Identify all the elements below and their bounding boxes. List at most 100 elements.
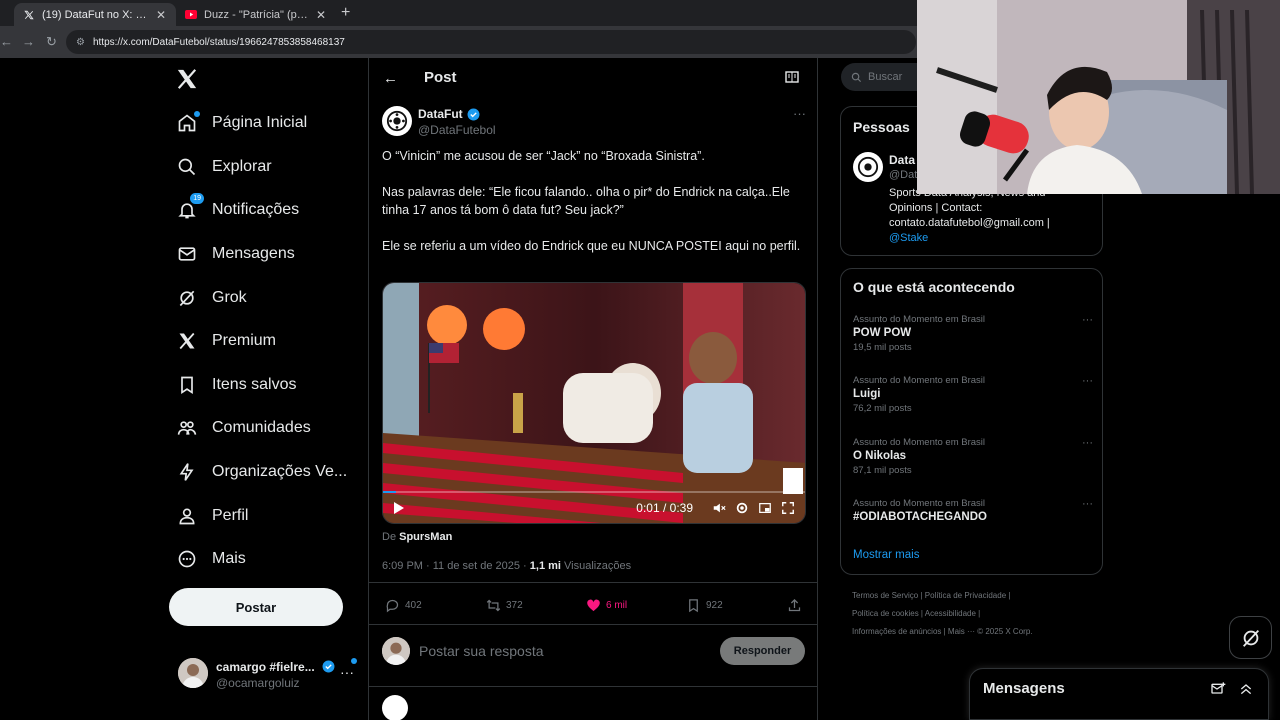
reply-input[interactable]: Postar sua resposta xyxy=(419,643,544,659)
avatar xyxy=(178,658,208,688)
more-options-icon[interactable]: ··· xyxy=(793,106,806,121)
more-options-icon[interactable]: ··· xyxy=(1082,498,1093,510)
verified-badge-icon xyxy=(322,660,335,673)
nav-label: Mais xyxy=(212,550,246,567)
browser-tab-active[interactable]: (19) DataFut no X: "O "Vinicin" ✕ xyxy=(14,3,176,26)
nav-item-messages[interactable]: Mensagens xyxy=(176,236,295,272)
nav-label: Premium xyxy=(212,332,277,349)
nav-item-bookmarks[interactable]: Itens salvos xyxy=(176,367,296,403)
nav-item-grok[interactable]: Grok xyxy=(176,280,247,316)
video-source-link[interactable]: SpursMan xyxy=(399,531,452,543)
trend-item[interactable]: Assunto do Momento em Brasil #ODIABOTACH… xyxy=(853,498,1093,523)
post-timestamp[interactable]: 6:09 PM · 11 de set de 2025 · xyxy=(382,560,527,572)
reader-mode-icon[interactable] xyxy=(785,71,799,83)
bookmark-action[interactable]: 922 xyxy=(686,598,723,613)
picture-in-picture-icon[interactable] xyxy=(758,501,772,515)
grok-icon xyxy=(176,287,198,309)
messages-drawer[interactable]: Mensagens xyxy=(969,668,1269,720)
footer-links[interactable]: Informações de anúncios | Mais ··· © 202… xyxy=(852,627,1033,636)
nav-item-home[interactable]: Página Inicial xyxy=(176,105,307,141)
nav-label: Página Inicial xyxy=(212,114,308,131)
nav-label: Mensagens xyxy=(212,245,295,262)
tab-title: Duzz - "Patrícia" (prod. Sam) ( xyxy=(204,8,308,21)
nav-item-communities[interactable]: Comunidades xyxy=(176,410,311,446)
x-logo-icon[interactable] xyxy=(176,68,200,92)
back-arrow-icon[interactable]: ← xyxy=(0,34,13,49)
back-arrow-icon[interactable]: ← xyxy=(383,70,398,87)
x-logo-icon xyxy=(176,330,198,352)
nav-label: Perfil xyxy=(212,507,249,524)
trend-item[interactable]: Assunto do Momento em Brasil O Nikolas 8… xyxy=(853,437,1093,476)
close-tab-icon[interactable]: ✕ xyxy=(154,8,168,22)
lightning-icon xyxy=(176,461,198,483)
reply-action[interactable]: 402 xyxy=(385,598,422,613)
share-action[interactable] xyxy=(787,598,807,613)
author-handle[interactable]: @DataFutebol xyxy=(418,123,496,137)
more-options-icon[interactable]: ··· xyxy=(1082,375,1093,387)
nav-item-notifications[interactable]: 19 Notificações xyxy=(176,192,299,228)
video-controls: 0:01 / 0:39 xyxy=(383,493,805,523)
mute-icon[interactable] xyxy=(712,501,726,515)
nav-item-premium[interactable]: Premium xyxy=(176,323,276,359)
fullscreen-icon[interactable] xyxy=(781,501,795,515)
footer-links[interactable]: Política de cookies | Acessibilidade | xyxy=(852,609,980,618)
divider xyxy=(369,686,817,687)
nav-label: Comunidades xyxy=(212,419,311,436)
video-player[interactable]: 0:01 / 0:39 xyxy=(382,282,806,524)
post-button[interactable]: Postar xyxy=(169,588,343,626)
nav-item-profile[interactable]: Perfil xyxy=(176,498,248,534)
reply-button[interactable]: Responder xyxy=(720,637,805,665)
new-tab-icon[interactable]: + xyxy=(341,4,350,22)
account-handle: @ocamargoluiz xyxy=(216,676,300,690)
close-tab-icon[interactable]: ✕ xyxy=(314,8,328,22)
author-avatar[interactable] xyxy=(382,106,412,136)
expand-up-icon[interactable] xyxy=(1238,681,1254,697)
new-message-icon[interactable] xyxy=(1210,681,1226,697)
like-action[interactable]: 6 mil xyxy=(586,598,627,613)
youtube-icon xyxy=(184,8,198,22)
grok-icon xyxy=(1242,629,1259,647)
more-options-icon[interactable]: ··· xyxy=(1082,437,1093,449)
post-text-paragraph: Nas palavras dele: “Ele ficou falando.. … xyxy=(382,185,790,217)
more-options-icon[interactable]: ··· xyxy=(1082,314,1093,326)
search-icon xyxy=(851,72,862,82)
settings-gear-icon[interactable] xyxy=(735,501,749,515)
trends-card: O que está acontecendo Assunto do Moment… xyxy=(840,268,1103,575)
site-settings-icon[interactable]: ⚙ xyxy=(76,37,85,48)
forward-arrow-icon[interactable]: → xyxy=(22,34,35,49)
nav-label: Itens salvos xyxy=(212,376,297,393)
play-icon[interactable] xyxy=(393,501,405,515)
nav-item-organizations[interactable]: Organizações Ve... xyxy=(176,454,347,490)
bell-icon: 19 xyxy=(176,193,204,221)
trend-item[interactable]: Assunto do Momento em Brasil Luigi 76,2 … xyxy=(853,375,1093,414)
nav-item-more[interactable]: Mais xyxy=(176,541,246,577)
url-text: https://x.com/DataFutebol/status/1966247… xyxy=(92,36,345,48)
search-icon xyxy=(176,156,198,178)
card-title: Pessoas xyxy=(853,119,910,135)
bio-link[interactable]: @Stake xyxy=(889,232,928,244)
show-more-link[interactable]: Mostrar mais xyxy=(853,549,919,561)
person-handle: @Dat xyxy=(889,169,918,181)
author-name[interactable]: DataFut xyxy=(418,107,480,121)
people-icon xyxy=(176,417,198,439)
screen: { "browser": { "tabs": [ {"title": "(19)… xyxy=(0,0,1280,720)
grok-floating-button[interactable] xyxy=(1229,616,1272,659)
reload-icon[interactable]: ↻ xyxy=(46,34,57,50)
person-name[interactable]: Data xyxy=(889,153,915,167)
more-options-icon[interactable]: ··· xyxy=(340,664,354,680)
x-logo-icon xyxy=(22,8,36,22)
address-bar[interactable]: ⚙ https://x.com/DataFutebol/status/19662… xyxy=(66,30,916,54)
webcam-frame xyxy=(917,0,1280,194)
nav-item-explore[interactable]: Explorar xyxy=(176,149,272,185)
avatar[interactable] xyxy=(853,152,883,182)
share-icon xyxy=(788,598,801,612)
browser-tab[interactable]: Duzz - "Patrícia" (prod. Sam) ( ✕ xyxy=(176,3,336,26)
repost-action[interactable]: 372 xyxy=(486,598,523,613)
footer-links[interactable]: Termos de Serviço | Política de Privacid… xyxy=(852,591,1010,600)
post-header: ← Post xyxy=(369,58,817,98)
nav-label: Grok xyxy=(212,289,247,306)
post-meta: 6:09 PM · 11 de set de 2025 · 1,1 mi Vis… xyxy=(382,560,632,572)
account-switcher[interactable]: camargo #fielre... @ocamargoluiz ··· xyxy=(178,658,358,694)
webcam-overlay xyxy=(917,0,1280,194)
trend-item[interactable]: Assunto do Momento em Brasil POW POW 19,… xyxy=(853,314,1093,353)
